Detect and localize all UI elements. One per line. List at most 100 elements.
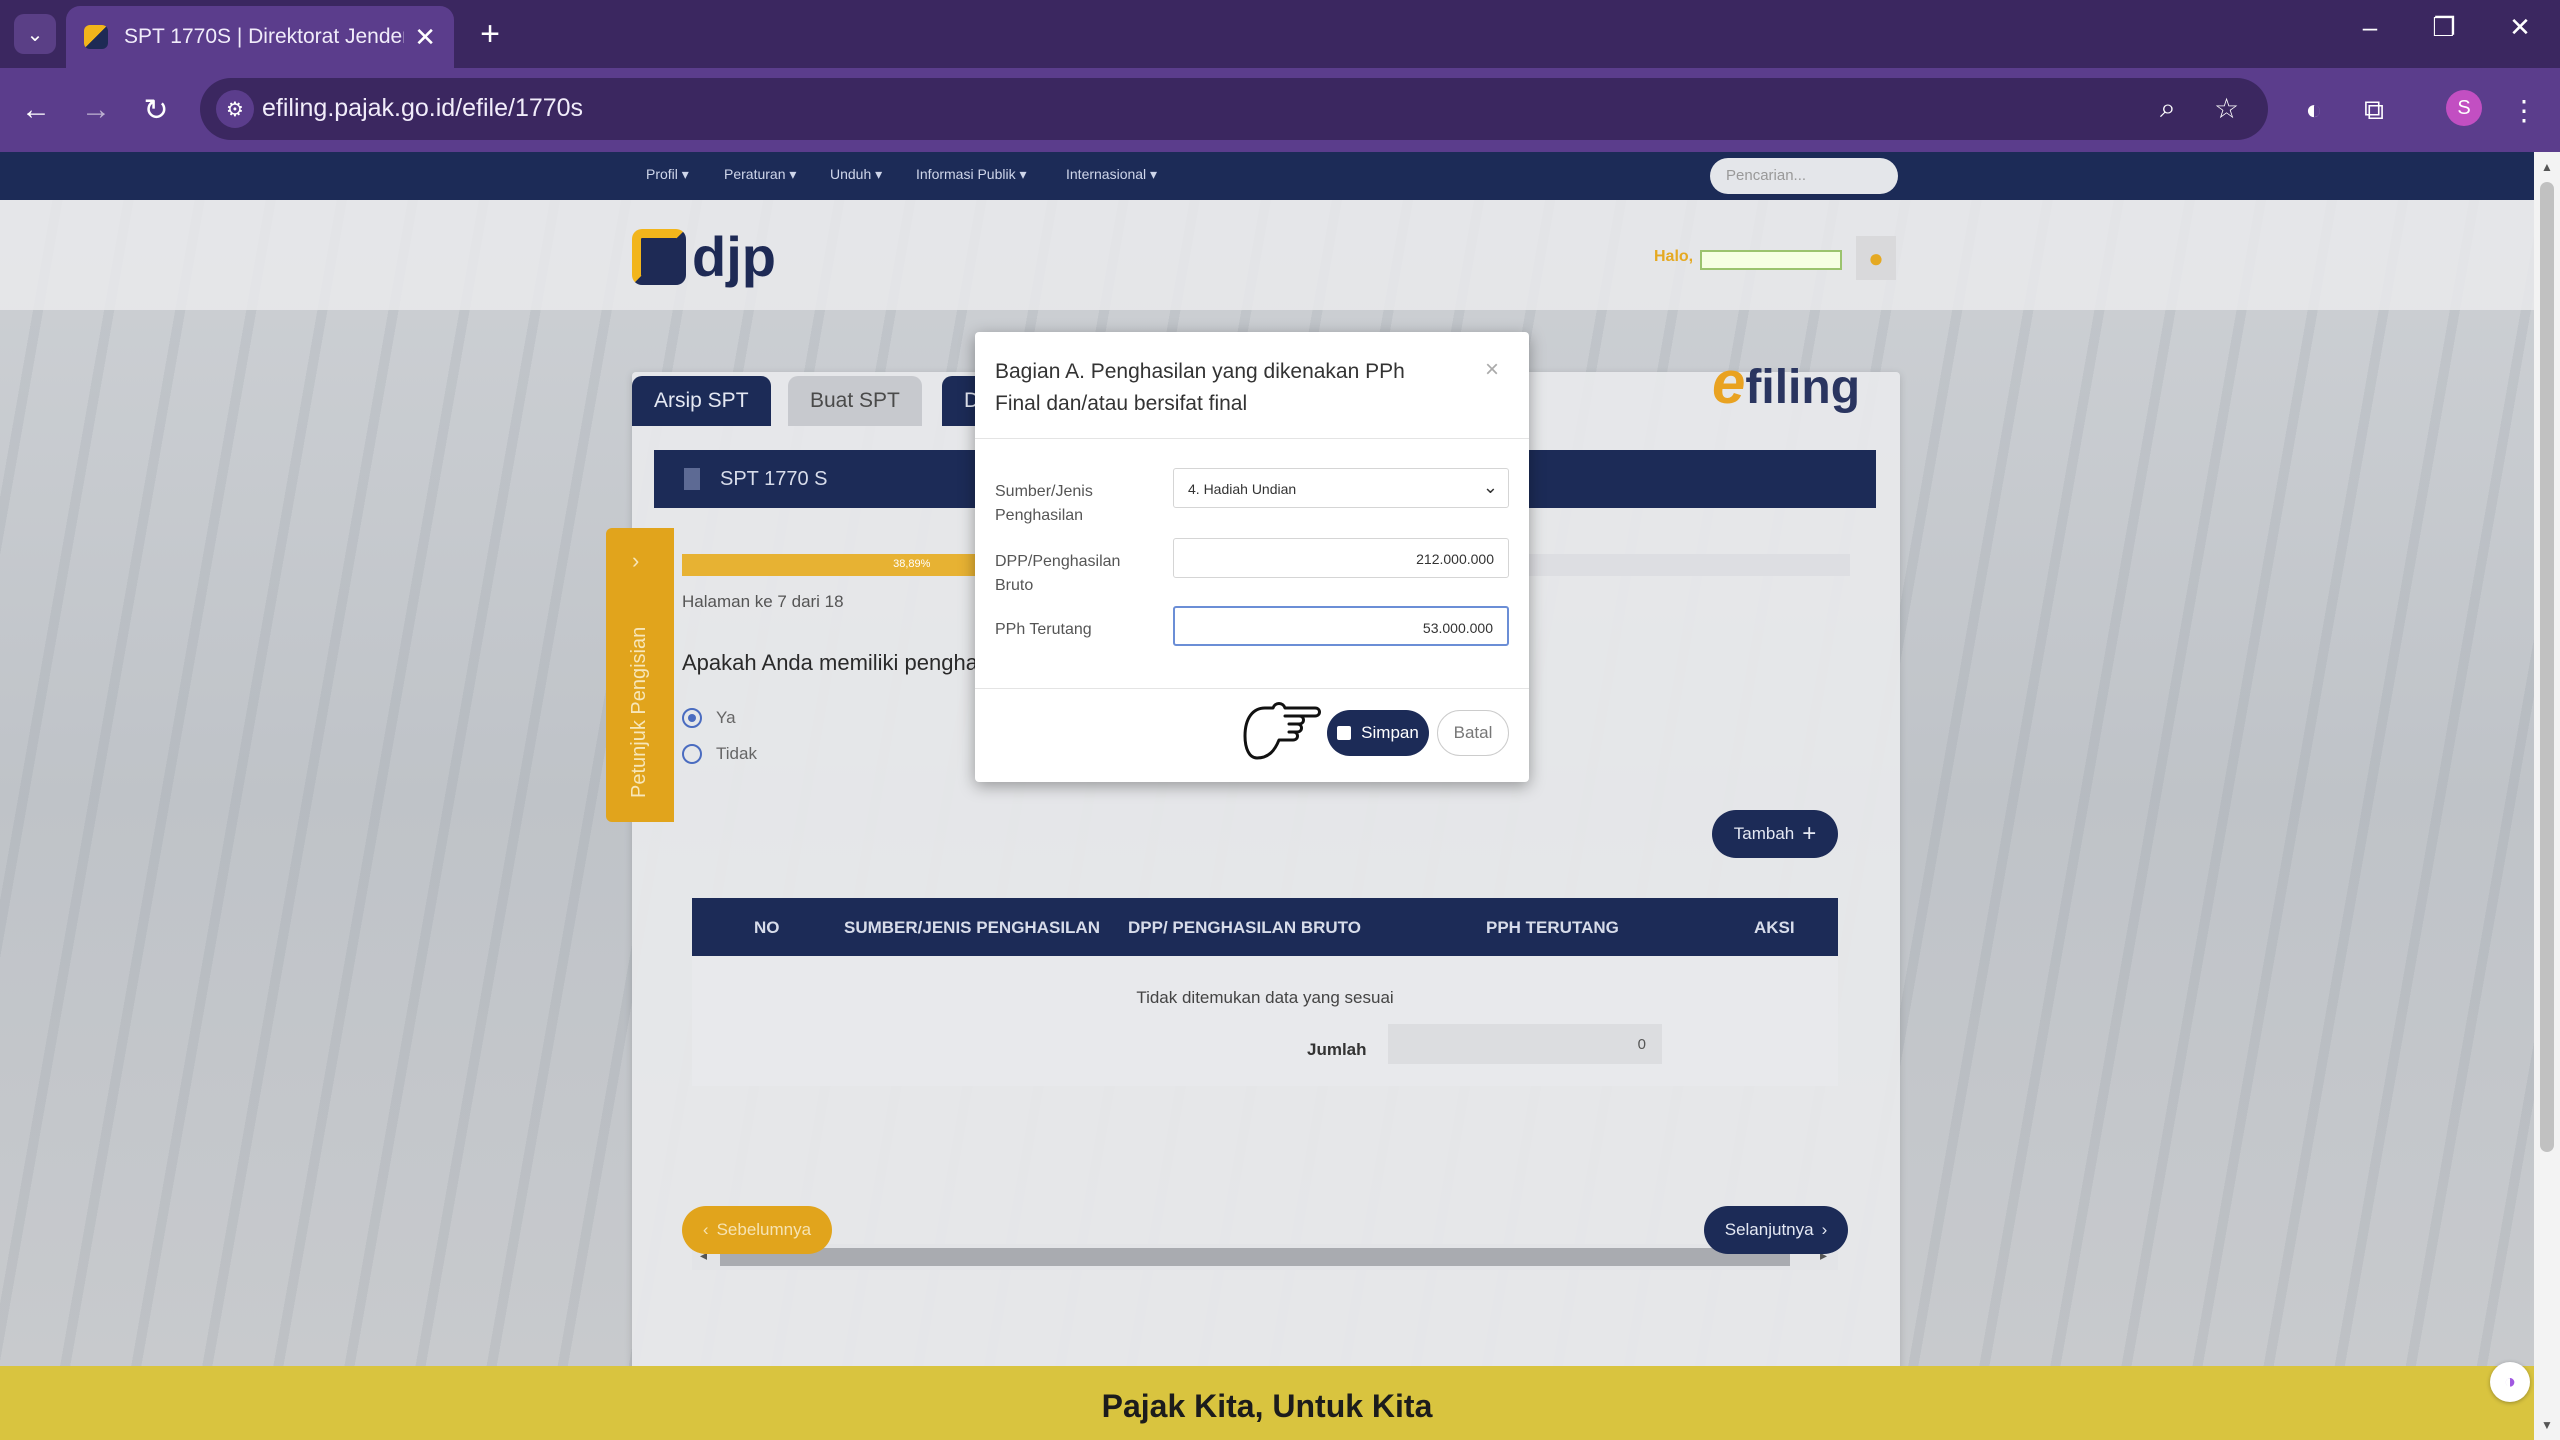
back-button[interactable]: ←	[16, 90, 56, 130]
col-tax: PPH TERUTANG	[1486, 918, 1619, 937]
spt-form-title: SPT 1770 S	[720, 468, 828, 490]
site-header	[0, 200, 2534, 310]
tab-title: SPT 1770S | Direktorat Jenderal P	[124, 25, 404, 48]
address-bar[interactable]: ⚙ efiling.pajak.go.id/efile/1770s ⌕ ☆	[200, 78, 2268, 140]
col-action: AKSI	[1754, 918, 1795, 937]
total-value: 0	[1388, 1024, 1662, 1064]
browser-toolbar: ← → ↻ ⚙ efiling.pajak.go.id/efile/1770s …	[0, 68, 2560, 152]
site-info-icon[interactable]: ⚙	[216, 90, 254, 128]
document-icon	[684, 468, 700, 490]
scroll-down-icon[interactable]: ▼	[2541, 1418, 2553, 1432]
option-ya-label: Ya	[716, 708, 736, 727]
col-no: NO	[754, 918, 780, 937]
progress-percent: 38,89%	[893, 558, 931, 570]
url-text[interactable]: efiling.pajak.go.id/efile/1770s	[262, 94, 583, 123]
modal-close-icon[interactable]: ×	[1485, 356, 1499, 384]
table-horizontal-scrollbar[interactable]: ◂ ▸	[692, 1244, 1838, 1270]
nav-menu-peraturan[interactable]: Peraturan ▾	[724, 166, 796, 183]
tax-due-input[interactable]: 53.000.000	[1173, 606, 1509, 646]
footer-slogan: Pajak Kita, Untuk Kita	[1101, 1388, 1433, 1424]
page-indicator: Halaman ke 7 dari 18	[682, 592, 844, 611]
site-search-input[interactable]: Pencarian...	[1710, 158, 1898, 194]
extensions-puzzle-icon[interactable]: ⧉	[2354, 90, 2394, 130]
zoom-icon[interactable]: ⌕	[2160, 92, 2176, 125]
djp-logo-mark	[632, 228, 686, 285]
filling-guide-panel[interactable]: › Petunjuk Pengisian	[606, 528, 674, 822]
nav-menu-unduh[interactable]: Unduh ▾	[830, 166, 882, 183]
pointer-hand-icon	[1243, 702, 1321, 760]
income-entry-modal: Bagian A. Penghasilan yang dikenakan PPh…	[975, 332, 1529, 782]
web-page: Profil ▾ Peraturan ▾ Unduh ▾ Informasi P…	[0, 152, 2534, 1440]
cancel-button[interactable]: Batal	[1437, 710, 1509, 756]
arrow-right-icon: →	[81, 93, 111, 126]
prev-button[interactable]: ‹ Sebelumnya	[682, 1206, 832, 1254]
minimize-button[interactable]: –	[2350, 12, 2390, 43]
tax-due-label: PPh Terutang	[995, 621, 1092, 638]
income-table: NO SUMBER/JENIS PENGHASILAN DPP/ PENGHAS…	[692, 898, 1838, 1086]
save-icon	[1337, 726, 1352, 740]
empty-message: Tidak ditemukan data yang sesuai	[1136, 988, 1394, 1007]
col-source: SUMBER/JENIS PENGHASILAN	[844, 918, 1100, 937]
plus-icon: +	[1802, 820, 1817, 847]
scroll-thumb[interactable]	[720, 1248, 1790, 1266]
radio-tidak[interactable]	[682, 744, 702, 764]
modal-divider	[975, 438, 1529, 439]
chevron-right-icon: ›	[632, 548, 640, 573]
browser-tab[interactable]: SPT 1770S | Direktorat Jenderal P ✕	[66, 6, 454, 68]
source-select[interactable]: 4. Hadiah Undian ⌄	[1173, 468, 1509, 508]
modal-divider	[975, 688, 1529, 689]
close-window-button[interactable]: ✕	[2500, 12, 2540, 43]
nav-menu-informasi-publik[interactable]: Informasi Publik ▾	[916, 166, 1027, 183]
chevron-down-icon: ⌄	[1482, 477, 1498, 497]
tab-buat-spt[interactable]: Buat SPT	[788, 376, 922, 426]
gross-income-input[interactable]: 212.000.000	[1173, 538, 1509, 578]
add-button[interactable]: Tambah +	[1712, 810, 1838, 858]
total-label: Jumlah	[1307, 1040, 1367, 1059]
filling-guide-label: Petunjuk Pengisian	[628, 626, 650, 798]
footer-banner: Pajak Kita, Untuk Kita	[0, 1366, 2534, 1440]
restore-button[interactable]: ❐	[2424, 12, 2464, 43]
tab-search-button[interactable]: ⌄	[14, 14, 56, 54]
djp-logo-text: djp	[692, 225, 776, 288]
source-label: Sumber/Jenis Penghasilan	[995, 483, 1093, 524]
option-tidak[interactable]: Tidak	[682, 744, 757, 764]
favicon-icon	[84, 25, 108, 49]
floating-assistant-icon[interactable]: ◑	[2490, 1362, 2530, 1402]
table-header: NO SUMBER/JENIS PENGHASILAN DPP/ PENGHAS…	[692, 898, 1838, 956]
next-button[interactable]: Selanjutnya ›	[1704, 1206, 1848, 1254]
greeting-text: Halo,	[1654, 248, 1694, 265]
reload-button[interactable]: ↻	[136, 90, 176, 130]
page-vertical-scrollbar[interactable]: ▲ ▼	[2534, 152, 2560, 1440]
new-tab-button[interactable]: +	[470, 14, 510, 54]
source-select-value: 4. Hadiah Undian	[1188, 481, 1297, 497]
profile-avatar[interactable]: S	[2446, 90, 2482, 126]
nav-menu-internasional[interactable]: Internasional ▾	[1066, 166, 1157, 183]
tab-close-icon[interactable]: ✕	[414, 22, 436, 53]
bookmark-star-icon[interactable]: ☆	[2214, 92, 2239, 125]
djp-logo[interactable]: djp	[632, 224, 776, 289]
scroll-up-icon[interactable]: ▲	[2541, 160, 2553, 174]
gross-income-label: DPP/Penghasilan Bruto	[995, 553, 1121, 594]
radio-ya[interactable]	[682, 708, 702, 728]
nav-menu-profil[interactable]: Profil ▾	[646, 166, 689, 183]
col-gross: DPP/ PENGHASILAN BRUTO	[1128, 918, 1361, 937]
efiling-logo: efiling	[1712, 349, 1861, 416]
modal-title: Bagian A. Penghasilan yang dikenakan PPh…	[995, 360, 1405, 415]
page-scroll-thumb[interactable]	[2540, 182, 2554, 1152]
forward-button[interactable]: →	[76, 90, 116, 130]
user-name-field	[1700, 250, 1842, 270]
option-tidak-label: Tidak	[716, 744, 757, 763]
site-top-nav: Profil ▾ Peraturan ▾ Unduh ▾ Informasi P…	[0, 152, 2534, 200]
chevron-right-icon: ›	[1821, 1220, 1828, 1239]
tab-arsip-spt[interactable]: Arsip SPT	[632, 376, 771, 426]
reload-icon: ↻	[143, 93, 169, 127]
chevron-left-icon: ‹	[702, 1220, 709, 1239]
save-button[interactable]: Simpan	[1327, 710, 1429, 756]
option-ya[interactable]: Ya	[682, 708, 736, 728]
chevron-down-icon: ⌄	[26, 23, 44, 46]
browser-tab-strip: ⌄ SPT 1770S | Direktorat Jenderal P ✕ + …	[0, 0, 2560, 68]
user-icon[interactable]: ●	[1856, 236, 1896, 280]
browser-menu-icon[interactable]: ⋮	[2504, 90, 2544, 130]
arrow-left-icon: ←	[21, 93, 51, 126]
extension-color-icon[interactable]: ◐	[2294, 90, 2334, 130]
